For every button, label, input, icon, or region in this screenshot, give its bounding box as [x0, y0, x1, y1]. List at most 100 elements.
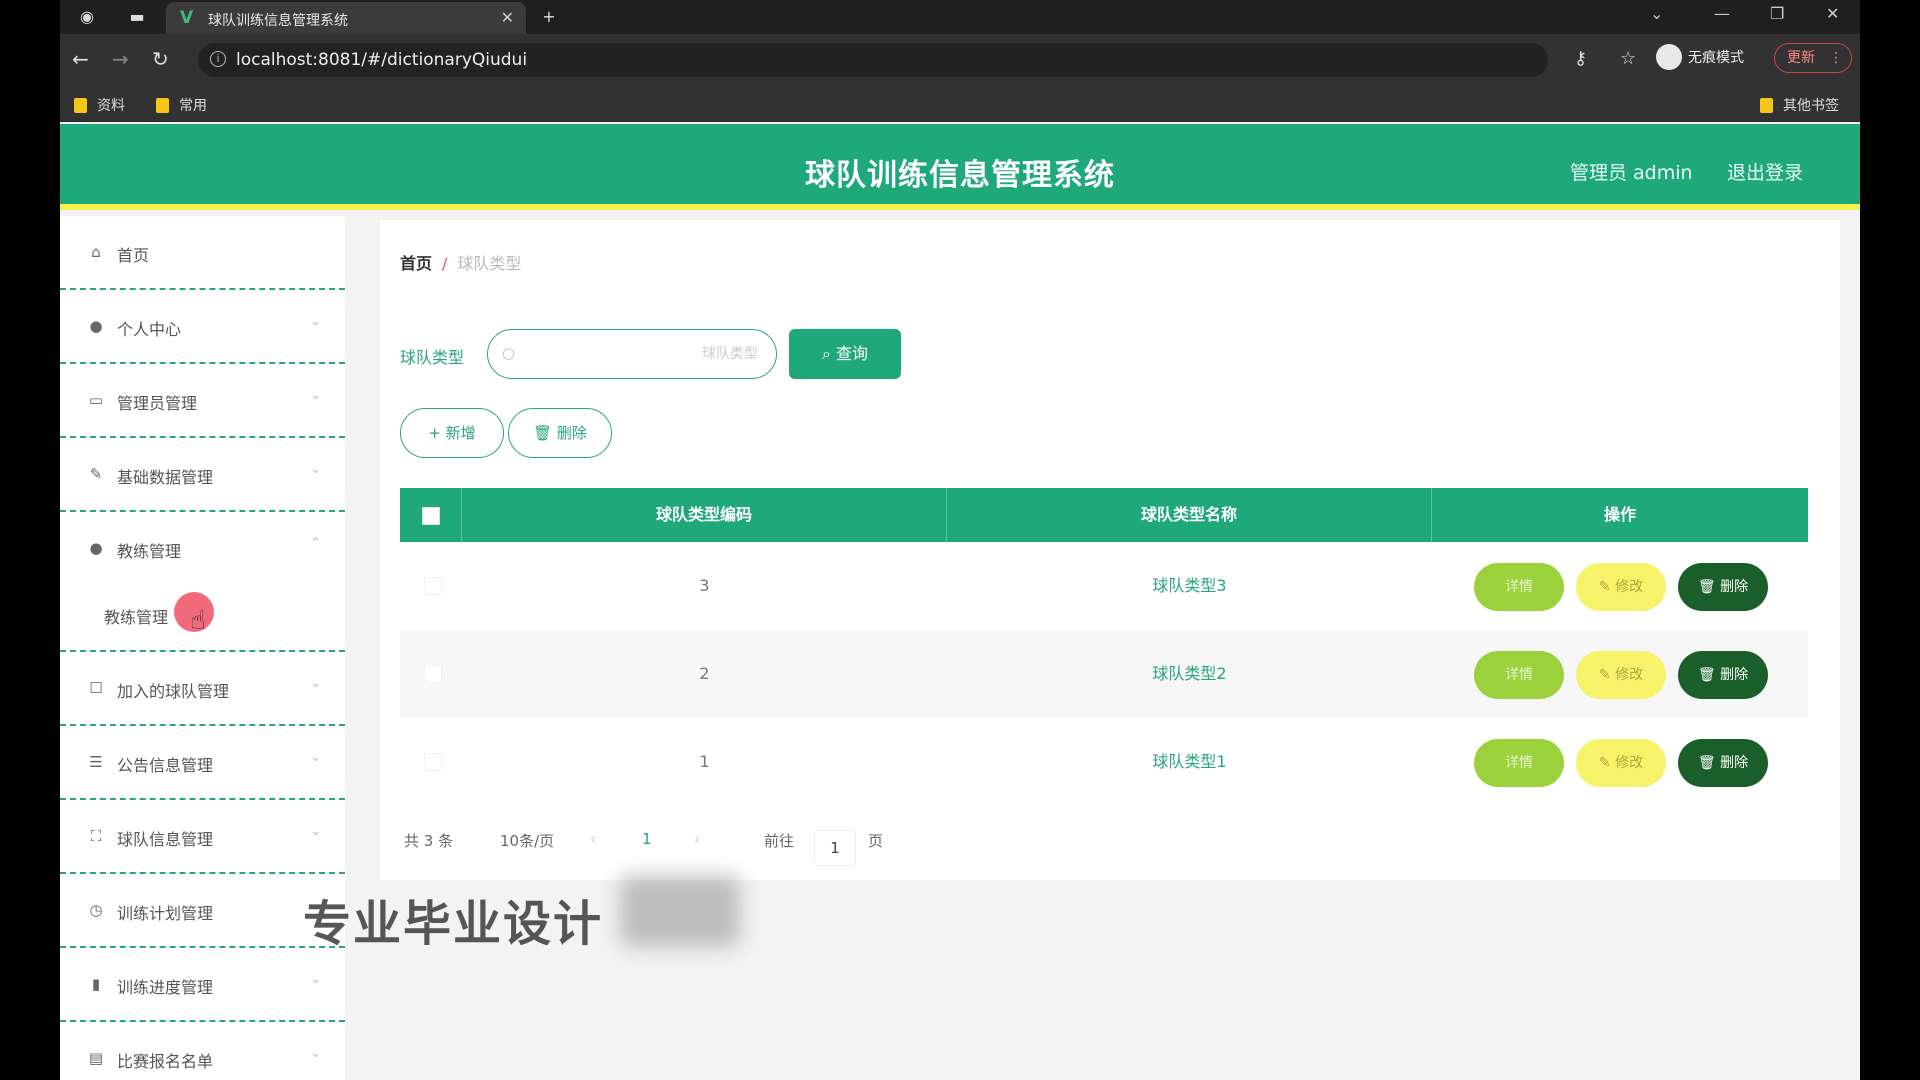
query-button[interactable]: ⌕ 查询: [789, 329, 901, 379]
folder-icon: [156, 98, 169, 113]
browser-tab[interactable]: V 球队训练信息管理系统 ✕: [166, 2, 526, 34]
row-checkbox[interactable]: [424, 665, 442, 683]
logout-link[interactable]: 退出登录: [1727, 158, 1803, 185]
edit-icon: ✎: [89, 465, 103, 483]
table-header: 球队类型编码 球队类型名称 操作: [400, 488, 1808, 542]
cell-code: 1: [699, 752, 710, 771]
sidebar-item-personal[interactable]: ● 个人中心 ⌄: [60, 290, 345, 364]
detail-label: 详情: [1505, 667, 1533, 683]
bookmark-folder[interactable]: 常用: [156, 95, 207, 115]
detail-button[interactable]: 详情: [1474, 563, 1564, 611]
cell-name: 球队类型1: [1152, 752, 1227, 771]
sidebar-item-label: 基础数据管理: [117, 468, 214, 487]
other-bookmarks-label: 其他书签: [1783, 98, 1839, 114]
edit-button[interactable]: ✎ 修改: [1576, 739, 1666, 787]
minimize-icon[interactable]: —: [1714, 4, 1730, 23]
back-icon[interactable]: ←: [72, 48, 89, 70]
sidebar-item-match-signup[interactable]: ▤ 比赛报名名单 ⌄: [60, 1022, 345, 1080]
bookmark-star-icon[interactable]: ☆: [1620, 48, 1636, 69]
plus-icon: +: [428, 424, 446, 442]
breadcrumb-home[interactable]: 首页: [400, 254, 432, 273]
delete-row-button[interactable]: 🗑 删除: [1678, 739, 1768, 787]
reload-icon[interactable]: ↻: [152, 48, 169, 70]
table-row: 3 球队类型3 详情 ✎ 修改 🗑 删除: [400, 542, 1808, 630]
sidebar-item-admins[interactable]: ▭ 管理员管理 ⌄: [60, 364, 345, 438]
url-field[interactable]: i localhost:8081/#/dictionaryQiudui: [198, 43, 1548, 77]
update-button[interactable]: 更新 ⋮: [1774, 43, 1852, 73]
delete-row-button[interactable]: 🗑 删除: [1678, 563, 1768, 611]
incognito-icon: [1656, 44, 1682, 70]
app-header: 球队训练信息管理系统 管理员 admin 退出登录: [60, 124, 1860, 210]
search-input[interactable]: [528, 340, 758, 368]
row-checkbox[interactable]: [424, 577, 442, 595]
select-all-checkbox[interactable]: [421, 506, 440, 525]
chevron-up-icon: ⌃: [310, 536, 321, 551]
folder-icon: [74, 98, 87, 113]
chevron-down-icon: ⌄: [310, 824, 321, 839]
bookmark-label: 资料: [97, 98, 125, 114]
new-tab-icon[interactable]: +: [538, 6, 560, 28]
sidebar-item-base-data[interactable]: ✎ 基础数据管理 ⌄: [60, 438, 345, 512]
add-button[interactable]: + 新增: [400, 408, 504, 458]
select-all-cell: [400, 488, 462, 542]
page-size-select[interactable]: 10条/页: [500, 830, 554, 851]
next-page-icon[interactable]: ›: [694, 830, 700, 848]
goto-page-input[interactable]: 1: [814, 830, 856, 866]
add-button-label: 新增: [445, 424, 476, 442]
watermark-text: 专业毕业设计: [303, 896, 604, 952]
site-info-icon[interactable]: i: [210, 51, 226, 67]
edit-button[interactable]: ✎ 修改: [1576, 563, 1666, 611]
sidebar-item-joined-teams[interactable]: ☐ 加入的球队管理 ⌄: [60, 652, 345, 726]
trash-icon: 🗑: [1697, 579, 1721, 595]
edit-button[interactable]: ✎ 修改: [1576, 651, 1666, 699]
sidebar-item-notices[interactable]: ☰ 公告信息管理 ⌄: [60, 726, 345, 800]
chevron-down-icon: ⌄: [310, 972, 321, 987]
forward-icon[interactable]: →: [112, 48, 129, 70]
sidebar-subitem-coaches[interactable]: 教练管理: [104, 604, 168, 628]
query-button-label: 查询: [836, 344, 869, 363]
delete-label: 删除: [1720, 579, 1749, 595]
current-page[interactable]: 1: [642, 830, 652, 848]
prev-page-icon[interactable]: ‹: [590, 830, 596, 848]
cell-code: 2: [699, 664, 710, 683]
window-close-icon[interactable]: ✕: [1826, 4, 1839, 23]
incognito-label: 无痕模式: [1688, 50, 1744, 66]
sidebar-item-training-progress[interactable]: ▮ 训练进度管理 ⌄: [60, 948, 345, 1022]
password-key-icon[interactable]: ⚷: [1574, 48, 1587, 69]
bookmark-folder[interactable]: 资料: [74, 95, 125, 115]
browser-logo-icon[interactable]: ◉: [76, 6, 98, 28]
detail-button[interactable]: 详情: [1474, 739, 1564, 787]
edit-icon: ✎: [1598, 579, 1616, 595]
url-text: localhost:8081/#/dictionaryQiudui: [236, 50, 528, 70]
chevron-down-icon: ⌄: [310, 388, 321, 403]
other-bookmarks[interactable]: 其他书签: [1760, 95, 1839, 115]
chevron-down-icon: ⌄: [310, 676, 321, 691]
sidebar-item-label: 训练计划管理: [117, 904, 214, 923]
row-checkbox[interactable]: [424, 753, 442, 771]
tab-list-chevron-icon[interactable]: ⌄: [1650, 4, 1663, 23]
restore-icon[interactable]: ❐: [1770, 4, 1784, 23]
menu-dots-icon: ⋮: [1829, 50, 1843, 66]
sidebar-item-label: 加入的球队管理: [117, 682, 230, 701]
address-bar-row: ← → ↻ i localhost:8081/#/dictionaryQiudu…: [60, 34, 1860, 86]
incognito-indicator[interactable]: 无痕模式: [1656, 44, 1744, 70]
search-field[interactable]: ○: [487, 329, 777, 379]
trash-icon: 🗑: [533, 424, 557, 442]
delete-row-button[interactable]: 🗑 删除: [1678, 651, 1768, 699]
browser-window: ◉ ▬ V 球队训练信息管理系统 ✕ + ⌄ — ❐ ✕ ← → ↻ i loc…: [60, 0, 1860, 1080]
sidebar-item-home[interactable]: ⌂ 首页: [60, 216, 345, 290]
folder-icon: [1760, 98, 1773, 113]
tab-close-icon[interactable]: ✕: [501, 8, 514, 27]
cell-name: 球队类型2: [1152, 664, 1227, 683]
table-row: 1 球队类型1 详情 ✎ 修改 🗑 删除: [400, 718, 1808, 806]
sidebar-item-team-info[interactable]: ⛶ 球队信息管理 ⌄: [60, 800, 345, 874]
cell-code: 3: [699, 576, 710, 595]
frame-icon: ⛶: [90, 827, 102, 845]
tab-search-icon[interactable]: ▬: [126, 6, 148, 28]
search-icon: ○: [502, 344, 516, 362]
batch-delete-button[interactable]: 🗑 删除: [508, 408, 612, 458]
sidebar-item-label: 训练进度管理: [117, 978, 214, 997]
detail-button[interactable]: 详情: [1474, 651, 1564, 699]
admin-name: 管理员 admin: [1570, 162, 1693, 184]
clock-icon: ◷: [89, 901, 103, 919]
